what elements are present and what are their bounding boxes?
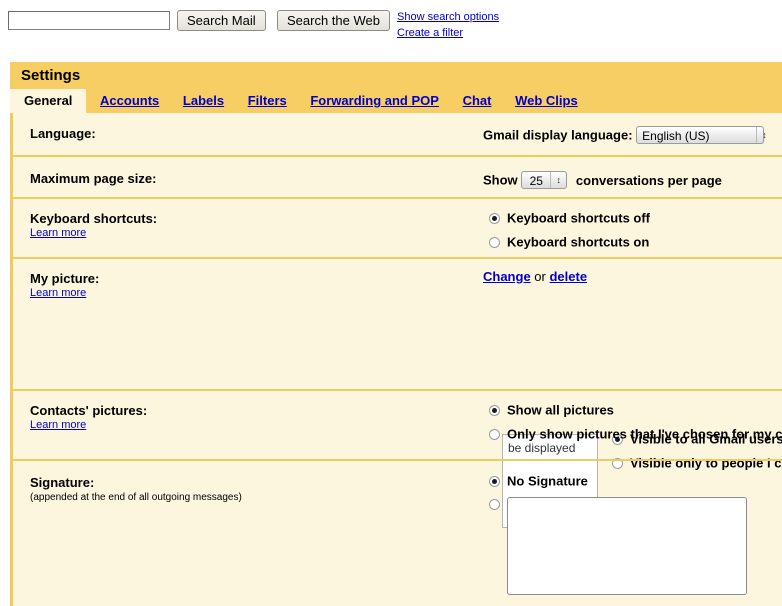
- show-all-pictures-option[interactable]: Show all pictures: [489, 402, 782, 419]
- row-signature: Signature: (appended at the end of all o…: [13, 459, 782, 599]
- row-contacts-pictures-label: Contacts' pictures:: [30, 403, 148, 418]
- keyboard-shortcuts-off-option[interactable]: Keyboard shortcuts off: [489, 210, 650, 227]
- row-language-label: Language:: [30, 126, 96, 141]
- my-picture-actions: Change or delete: [483, 269, 587, 284]
- radio-show-chosen-pictures[interactable]: [489, 428, 500, 440]
- show-chosen-pictures-sublabel: be displayed: [508, 441, 576, 456]
- page-title: Settings: [21, 67, 81, 84]
- keyboard-shortcuts-learn-more-link[interactable]: Learn more: [30, 227, 86, 239]
- row-signature-label: Signature:: [30, 475, 95, 490]
- radio-show-chosen-pictures-label[interactable]: Only show pictures that I've chosen for …: [507, 426, 782, 441]
- gmail-display-language-label: Gmail display language:: [483, 127, 633, 143]
- show-search-options-link[interactable]: Show search options: [397, 11, 499, 24]
- row-contacts-pictures: Contacts' pictures: Learn more Show all …: [13, 389, 782, 459]
- show-chosen-pictures-option[interactable]: Only show pictures that I've chosen for …: [489, 426, 782, 457]
- radio-show-all-pictures-label[interactable]: Show all pictures: [507, 403, 614, 418]
- row-keyboard-shortcuts: Keyboard shortcuts: Learn more Keyboard …: [13, 197, 782, 257]
- gmail-settings-screen: Search Mail Search the Web Show search o…: [0, 0, 782, 606]
- radio-keyboard-on[interactable]: [489, 236, 500, 248]
- chevron-updown-icon: ↕: [550, 172, 566, 188]
- tab-chat[interactable]: Chat: [453, 89, 502, 113]
- page-size-field: Show 25 ↕ conversations per page: [483, 171, 722, 189]
- contacts-pictures-options: Show all pictures Only show pictures tha…: [489, 402, 782, 456]
- radio-custom-signature[interactable]: [489, 498, 500, 510]
- display-language-select[interactable]: English (US) ↕: [636, 126, 767, 144]
- row-my-picture: My picture: Learn more Change or delete …: [13, 257, 782, 528]
- radio-show-all-pictures[interactable]: [489, 405, 500, 417]
- delete-picture-link[interactable]: delete: [549, 269, 587, 284]
- language-field: Gmail display language: English (US) ↕: [483, 126, 767, 144]
- radio-keyboard-off[interactable]: [489, 213, 500, 225]
- row-keyboard-shortcuts-label: Keyboard shortcuts:: [30, 211, 158, 226]
- page-size-select[interactable]: 25 ↕: [521, 171, 568, 189]
- create-a-filter-link[interactable]: Create a filter: [397, 27, 499, 40]
- row-page-size-label: Maximum page size:: [30, 171, 157, 186]
- settings-tabstrip: General Accounts Labels Filters Forwardi…: [10, 89, 782, 113]
- keyboard-shortcuts-options: Keyboard shortcuts off Keyboard shortcut…: [489, 210, 650, 257]
- change-picture-link[interactable]: Change: [483, 269, 531, 284]
- custom-signature-option[interactable]: [489, 496, 747, 599]
- my-picture-learn-more-link[interactable]: Learn more: [30, 287, 86, 299]
- page-size-value: 25: [529, 174, 543, 188]
- search-bar: Search Mail Search the Web Show search o…: [0, 0, 782, 46]
- signature-options: No Signature: [489, 473, 747, 599]
- tab-general[interactable]: General: [10, 89, 87, 113]
- or-text: or: [534, 269, 546, 284]
- radio-no-signature-label[interactable]: No Signature: [507, 474, 588, 489]
- no-signature-option[interactable]: No Signature: [489, 473, 747, 490]
- display-language-value: English (US): [642, 129, 710, 143]
- search-the-web-button[interactable]: Search the Web: [277, 10, 390, 31]
- search-links: Show search options Create a filter: [397, 11, 499, 43]
- tab-labels[interactable]: Labels: [173, 89, 234, 113]
- conversations-per-page-label: conversations per page: [575, 172, 722, 188]
- row-language: Language: Gmail display language: Englis…: [13, 113, 782, 155]
- radio-no-signature[interactable]: [489, 476, 500, 488]
- tab-filters[interactable]: Filters: [238, 89, 297, 113]
- tab-accounts[interactable]: Accounts: [90, 89, 169, 113]
- contacts-pictures-learn-more-link[interactable]: Learn more: [30, 419, 86, 431]
- search-mail-button[interactable]: Search Mail: [177, 10, 266, 31]
- keyboard-shortcuts-on-option[interactable]: Keyboard shortcuts on: [489, 234, 650, 251]
- radio-keyboard-off-label[interactable]: Keyboard shortcuts off: [507, 211, 650, 226]
- signature-sublabel: (appended at the end of all outgoing mes…: [30, 492, 242, 503]
- signature-textarea[interactable]: [507, 496, 747, 595]
- row-maximum-page-size: Maximum page size: Show 25 ↕ conversation…: [13, 155, 782, 197]
- row-my-picture-label: My picture:: [30, 271, 100, 286]
- show-label: Show: [483, 172, 518, 188]
- radio-keyboard-on-label[interactable]: Keyboard shortcuts on: [507, 234, 649, 249]
- tab-web-clips[interactable]: Web Clips: [505, 89, 588, 113]
- settings-panel: Language: Gmail display language: Englis…: [10, 113, 782, 606]
- chevron-updown-icon: ↕: [756, 127, 772, 143]
- search-input[interactable]: [8, 11, 170, 30]
- tab-forwarding-and-pop[interactable]: Forwarding and POP: [300, 89, 449, 113]
